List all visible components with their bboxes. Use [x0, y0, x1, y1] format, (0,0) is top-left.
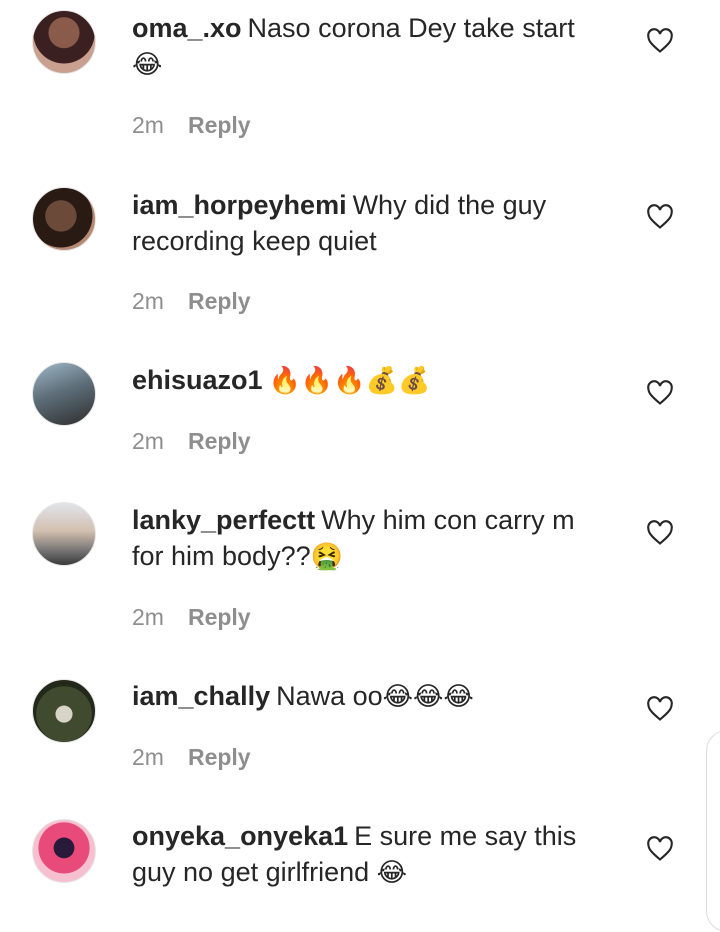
comment-meta: 2m Reply: [132, 428, 251, 455]
comment-emoji: 🔥🔥🔥💰💰: [268, 365, 431, 395]
avatar[interactable]: [32, 187, 96, 251]
comment-username[interactable]: ehisuazo1: [132, 365, 263, 395]
comment-time: 2m: [132, 288, 164, 314]
comment-text: Nawa oo: [276, 681, 383, 711]
comment-username[interactable]: iam_chally: [132, 681, 270, 711]
comment-item: lanky_perfectt Why him con carry m for hi…: [0, 480, 720, 656]
heart-outline-icon[interactable]: [646, 204, 674, 230]
comment-item: iam_chally Nawa oo😂😂😂 2m Reply: [0, 656, 720, 796]
reply-button[interactable]: Reply: [188, 428, 251, 454]
comment-meta: 2m Reply: [132, 112, 251, 139]
comment-body: iam_chally Nawa oo😂😂😂: [132, 678, 602, 714]
comment-emoji: 😂: [132, 49, 163, 79]
reply-button[interactable]: Reply: [188, 744, 251, 770]
avatar[interactable]: [32, 10, 96, 74]
comment-item: onyeka_onyeka1 E sure me say this guy no …: [0, 796, 720, 909]
comment-username[interactable]: onyeka_onyeka1: [132, 821, 348, 851]
comment-username[interactable]: lanky_perfectt: [132, 505, 315, 535]
comment-item: oma_.xo Naso corona Dey take start 😂 2m Rep…: [0, 0, 720, 170]
heart-outline-icon[interactable]: [646, 28, 674, 54]
comment-username[interactable]: oma_.xo: [132, 13, 242, 43]
avatar[interactable]: [32, 362, 96, 426]
comment-time: 2m: [132, 604, 164, 630]
comment-emoji: 😂: [376, 857, 408, 887]
comment-emoji: 🤮: [310, 541, 343, 571]
avatar[interactable]: [32, 679, 96, 743]
comment-time: 2m: [132, 428, 164, 454]
comment-body: oma_.xo Naso corona Dey take start 😂: [132, 10, 602, 82]
comment-meta: 2m Reply: [132, 604, 251, 631]
comment-item: iam_horpeyhemi Why did the guy recording …: [0, 170, 720, 340]
reply-button[interactable]: Reply: [188, 112, 251, 138]
heart-outline-icon[interactable]: [646, 836, 674, 862]
comment-time: 2m: [132, 112, 164, 138]
reply-button[interactable]: Reply: [188, 604, 251, 630]
heart-outline-icon[interactable]: [646, 380, 674, 406]
scroll-edge[interactable]: [706, 730, 720, 932]
comment-emoji: 😂😂😂: [382, 681, 474, 711]
comment-body: lanky_perfectt Why him con carry m for hi…: [132, 502, 602, 574]
reply-button[interactable]: Reply: [188, 288, 251, 314]
comment-body: ehisuazo1 🔥🔥🔥💰💰: [132, 362, 602, 398]
heart-outline-icon[interactable]: [646, 696, 674, 722]
comment-item: ehisuazo1 🔥🔥🔥💰💰 2m Reply: [0, 340, 720, 480]
comment-meta: 2m Reply: [132, 744, 251, 771]
comment-body: iam_horpeyhemi Why did the guy recording …: [132, 187, 602, 259]
comment-text: Naso corona Dey take start: [247, 13, 575, 43]
avatar[interactable]: [32, 819, 96, 883]
comment-body: onyeka_onyeka1 E sure me say this guy no …: [132, 818, 602, 890]
comment-username[interactable]: iam_horpeyhemi: [132, 190, 347, 220]
comment-meta: 2m Reply: [132, 288, 251, 315]
heart-outline-icon[interactable]: [646, 520, 674, 546]
comment-time: 2m: [132, 744, 164, 770]
avatar[interactable]: [32, 502, 96, 566]
